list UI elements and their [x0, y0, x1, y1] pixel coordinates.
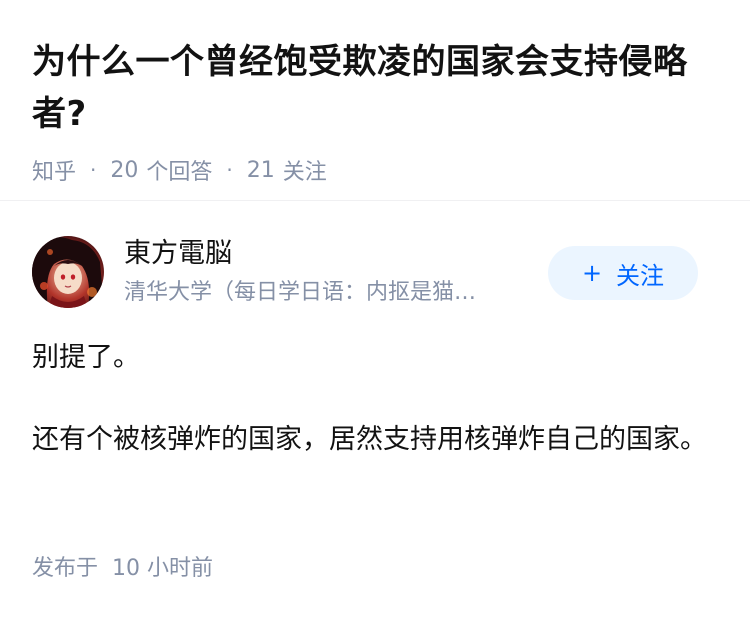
follower-count-label[interactable]: 关注: [283, 154, 327, 186]
answer-count[interactable]: 20: [110, 158, 138, 183]
author-name[interactable]: 東方電脳: [124, 236, 232, 272]
answer-paragraph: 还有个被核弹炸的国家，居然支持用核弹炸自己的国家。: [32, 424, 707, 455]
answer-content[interactable]: 别提了。 还有个被核弹炸的国家，居然支持用核弹炸自己的国家。: [0, 334, 750, 464]
question-title[interactable]: 为什么一个曾经饱受欺凌的国家会支持侵略者?: [32, 36, 718, 140]
meta-separator: ·: [90, 158, 97, 182]
answer-count-label[interactable]: 个回答: [146, 154, 212, 186]
source-label[interactable]: 知乎: [32, 154, 76, 186]
publish-time-value: 10 小时前: [112, 556, 214, 581]
publish-time: 发布于 10 小时前: [32, 554, 213, 584]
answer-paragraph: 别提了。: [32, 342, 140, 373]
follow-button[interactable]: + 关注: [548, 246, 698, 300]
author-info: 東方電脳 清华大学（每日学日语：内抠是猫… + 关注: [0, 236, 750, 308]
avatar-image: [32, 236, 104, 308]
question-meta: 知乎 · 20 个回答 · 21 关注: [32, 154, 718, 186]
answer-card: 東方電脳 清华大学（每日学日语：内抠是猫… + 关注 别提了。 还有个被核弹炸的…: [0, 236, 750, 464]
plus-icon: +: [581, 259, 603, 287]
follower-count[interactable]: 21: [247, 158, 275, 183]
section-divider: [0, 200, 750, 201]
author-bio: 清华大学（每日学日语：内抠是猫…: [124, 280, 477, 305]
publish-time-label: 发布于: [32, 556, 99, 581]
meta-separator: ·: [226, 158, 233, 182]
follow-button-label: 关注: [616, 261, 665, 290]
question-header: 为什么一个曾经饱受欺凌的国家会支持侵略者? 知乎 · 20 个回答 · 21 关…: [0, 0, 750, 186]
avatar[interactable]: [32, 236, 104, 308]
